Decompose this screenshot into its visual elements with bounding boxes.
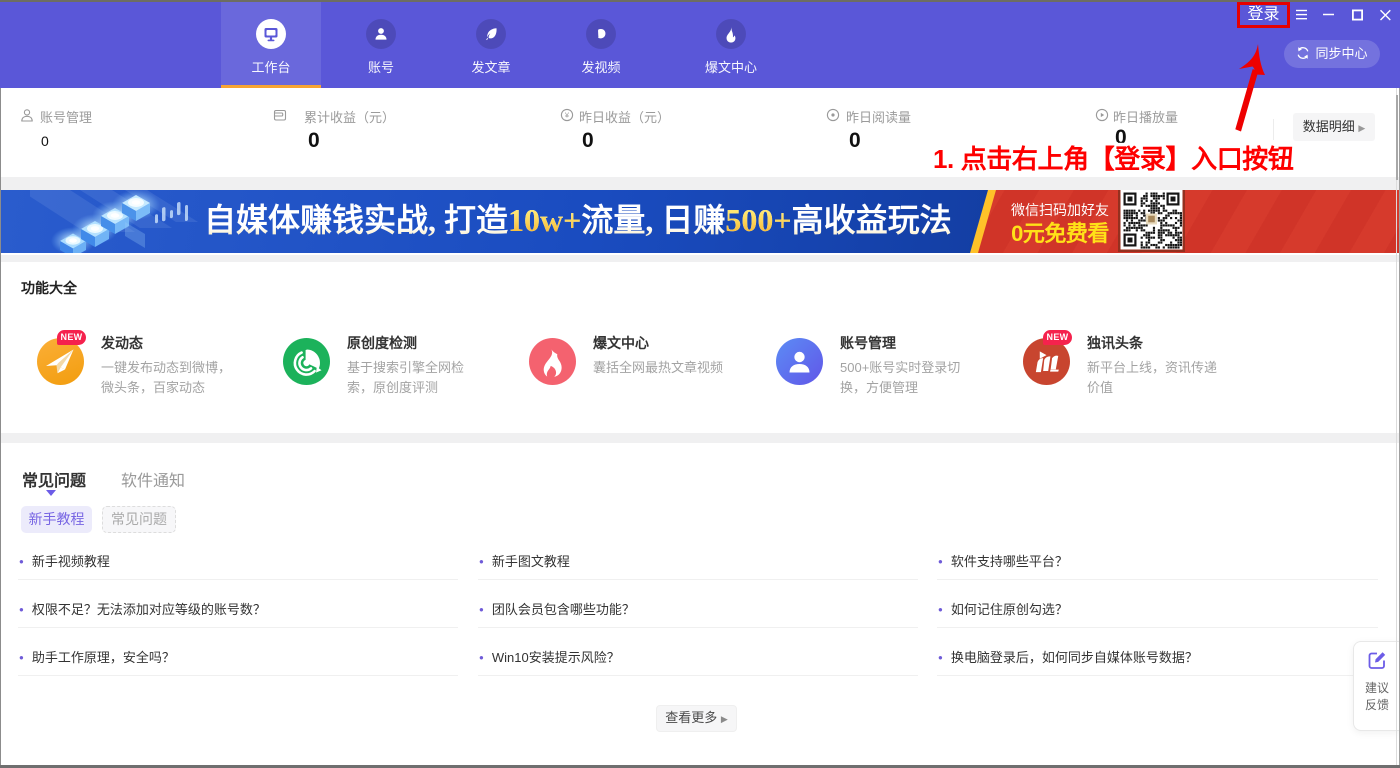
svg-text:¥: ¥: [565, 111, 570, 120]
